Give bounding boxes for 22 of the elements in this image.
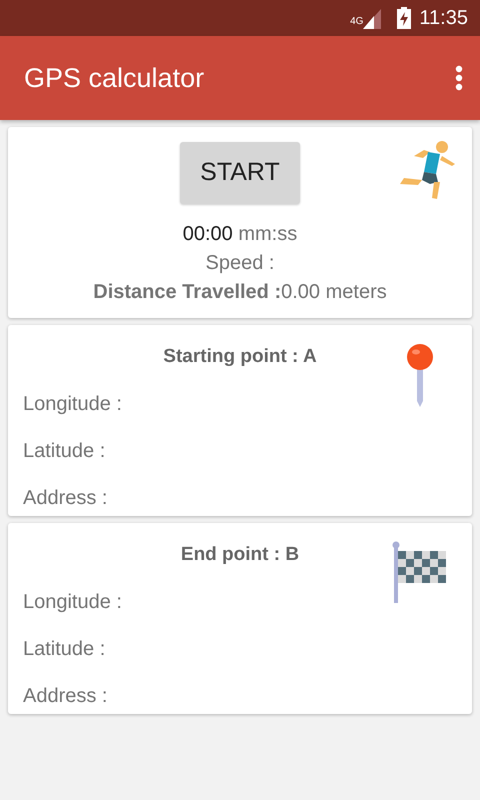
battery-charging-icon: [397, 7, 412, 29]
more-options-icon[interactable]: [454, 65, 464, 91]
field-label: Longitude :: [23, 392, 123, 416]
field-label: Longitude :: [23, 590, 123, 614]
point-title: Starting point : A: [162, 345, 318, 369]
map-pin-icon: [406, 343, 434, 407]
field-label: Address :: [23, 486, 108, 510]
field-label: Latitude :: [23, 438, 106, 464]
distance-value: 0.00 meters: [281, 280, 387, 302]
app-title: GPS calculator: [24, 62, 204, 95]
point-title: End point : B: [180, 543, 300, 567]
field-label: Address :: [23, 684, 108, 708]
signal-icon: [363, 9, 382, 29]
field-label: Latitude :: [23, 636, 106, 662]
speed-label: Speed :: [206, 250, 274, 276]
network-type-label: 4G: [350, 15, 364, 29]
timer-value: 00:00: [182, 222, 233, 244]
distance-label: Distance Travelled :: [93, 280, 282, 302]
clock-time: 11:35: [419, 6, 468, 31]
timer-unit: mm:ss: [238, 222, 298, 244]
checkered-flag-icon: [392, 541, 448, 603]
start-button[interactable]: START: [180, 142, 300, 204]
